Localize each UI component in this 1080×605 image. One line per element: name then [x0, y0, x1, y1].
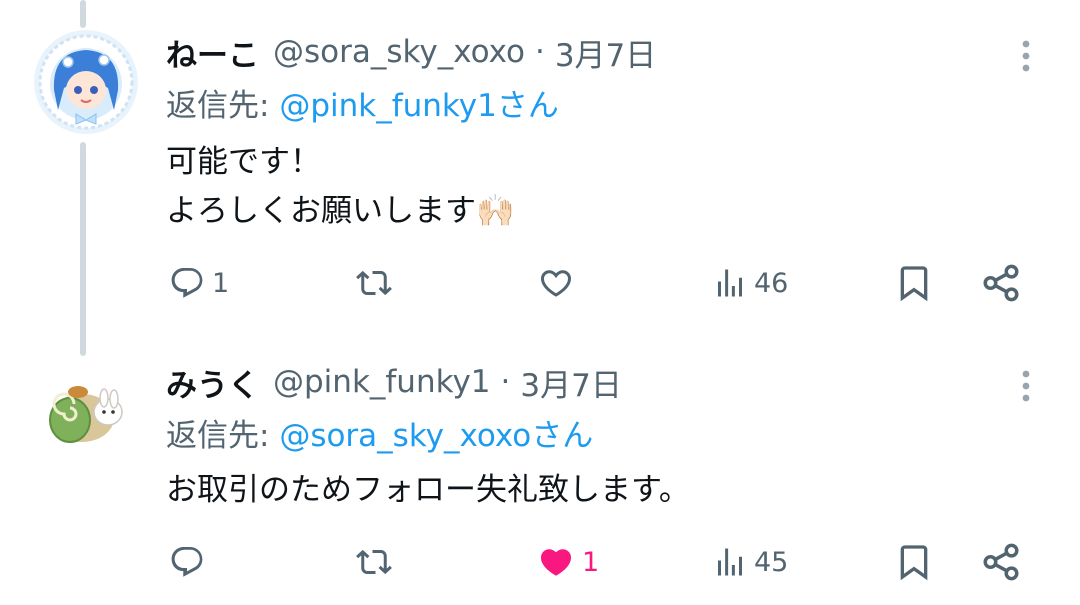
views-button[interactable]: 46	[712, 253, 788, 313]
tweet-actions: 1 46	[0, 253, 1080, 313]
reply-label: 返信先:	[166, 88, 270, 124]
views-count: 45	[754, 546, 789, 578]
separator-dot: ·	[500, 364, 511, 400]
views-button[interactable]: 45	[712, 532, 788, 592]
like-count: 1	[582, 546, 600, 578]
avatar[interactable]	[34, 30, 138, 134]
retweet-button[interactable]	[354, 532, 400, 592]
tweet[interactable]: みうく @pink_funky1 · 3月7日 返信先: @sora_sky_x…	[0, 358, 1080, 605]
tweet[interactable]: ねーこ @sora_sky_xoxo · 3月7日 返信先: @pink_fun…	[0, 28, 1080, 328]
views-icon	[718, 548, 742, 576]
reply-label: 返信先:	[166, 418, 270, 454]
user-handle[interactable]: @pink_funky1	[273, 364, 491, 400]
heart-filled-icon	[540, 549, 572, 576]
more-options-button[interactable]	[1004, 364, 1048, 408]
tweet-actions: 1 45	[0, 532, 1080, 592]
reply-mention-link[interactable]: @pink_funky1さん	[279, 88, 559, 124]
views-count: 46	[754, 267, 789, 299]
share-button[interactable]	[980, 253, 1022, 313]
tweet-text: お取引のためフォロー失礼致します。	[166, 466, 690, 515]
retweet-icon	[356, 270, 392, 296]
user-handle[interactable]: @sora_sky_xoxo	[273, 34, 525, 70]
tweet-date[interactable]: 3月7日	[520, 360, 621, 405]
reply-context: 返信先: @sora_sky_xoxoさん	[166, 410, 593, 455]
reply-button[interactable]: 1	[168, 253, 229, 313]
tweet-text: 可能です！ よろしくお願いします🙌🏻	[166, 138, 515, 236]
heart-icon	[540, 270, 572, 297]
like-button[interactable]	[536, 253, 582, 313]
reply-icon	[171, 547, 203, 577]
tweet-date[interactable]: 3月7日	[555, 30, 656, 75]
reply-mention-link[interactable]: @sora_sky_xoxoさん	[279, 418, 593, 454]
tweet-text-line: 可能です！	[166, 144, 321, 180]
bookmark-button[interactable]	[894, 532, 934, 592]
more-options-button[interactable]	[1004, 34, 1048, 78]
views-icon	[718, 269, 742, 297]
reply-context: 返信先: @pink_funky1さん	[166, 80, 559, 125]
more-vertical-icon	[1022, 40, 1030, 72]
reply-button[interactable]	[168, 532, 212, 592]
bookmark-button[interactable]	[894, 253, 934, 313]
like-button[interactable]: 1	[536, 532, 599, 592]
reply-count: 1	[212, 267, 230, 299]
share-button[interactable]	[980, 532, 1022, 592]
bookmark-icon	[900, 545, 928, 581]
separator-dot: ·	[534, 34, 545, 70]
retweet-icon	[356, 549, 392, 575]
bookmark-icon	[900, 266, 928, 302]
tweet-text-line: お取引のためフォロー失礼致します。	[166, 472, 690, 508]
avatar[interactable]	[34, 360, 138, 464]
more-vertical-icon	[1022, 370, 1030, 402]
tweet-header: みうく @pink_funky1 · 3月7日	[166, 358, 622, 406]
share-icon	[983, 264, 1019, 302]
display-name[interactable]: ねーこ	[166, 30, 259, 75]
share-icon	[983, 543, 1019, 581]
display-name[interactable]: みうく	[166, 360, 259, 405]
thread-connector-top	[80, 0, 86, 28]
tweet-header: ねーこ @sora_sky_xoxo · 3月7日	[166, 28, 656, 76]
reply-icon	[171, 268, 203, 298]
retweet-button[interactable]	[354, 253, 400, 313]
tweet-text-line: よろしくお願いします🙌🏻	[166, 193, 515, 229]
